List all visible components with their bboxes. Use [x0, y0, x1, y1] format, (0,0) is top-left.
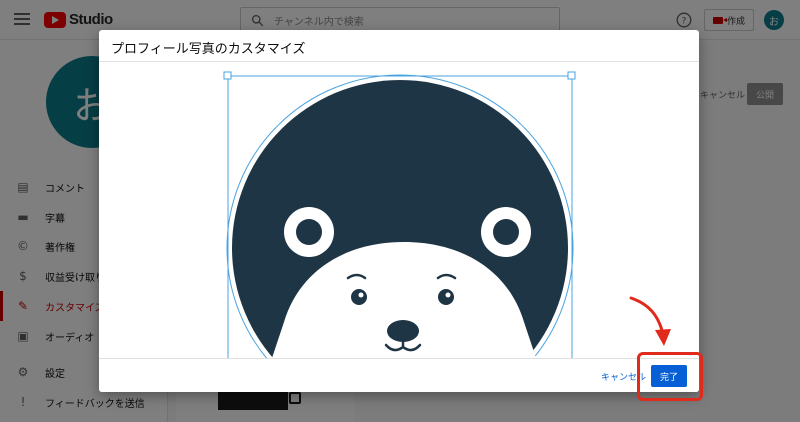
annotation-arrow-icon	[629, 296, 671, 346]
crop-handle-top-left[interactable]	[223, 71, 232, 80]
dialog-footer: キャンセル 完了	[99, 359, 699, 392]
profile-photo-preview[interactable]	[99, 62, 699, 358]
crop-handle-top-right[interactable]	[567, 71, 576, 80]
customize-profile-photo-dialog: プロフィール写真のカスタマイズ キャンセル 完了	[99, 30, 699, 392]
dialog-title: プロフィール写真のカスタマイズ	[111, 42, 306, 57]
crop-area[interactable]	[99, 62, 699, 358]
annotation-highlight	[637, 352, 703, 401]
